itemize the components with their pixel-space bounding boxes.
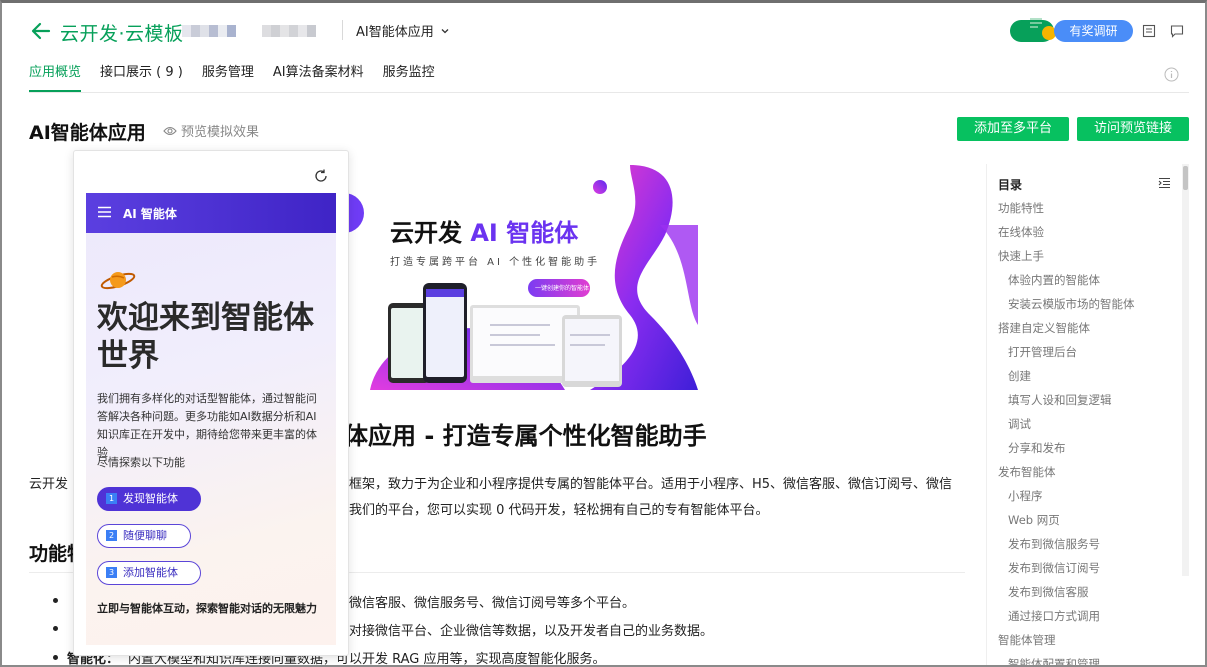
blurred-account-name — [182, 25, 236, 37]
tab-monitoring[interactable]: 服务监控 — [383, 62, 435, 92]
toc-item[interactable]: 小程序 — [1008, 488, 1043, 504]
intro-paragraph-line2: 我们的平台，您可以实现 0 代码开发，轻松拥有自己的专有智能体平台。 — [349, 503, 769, 518]
feature-bullet-1: 微信客服、微信服务号、微信订阅号等多个平台。 — [349, 596, 636, 611]
toc-item[interactable]: 填写人设和回复逻辑 — [1008, 392, 1112, 408]
toc-scrollbar[interactable] — [1182, 164, 1189, 576]
toc-item[interactable]: 创建 — [1008, 368, 1031, 384]
step-badge: 2 — [106, 530, 117, 541]
step-badge: 1 — [106, 493, 117, 504]
tab-divider — [29, 92, 1189, 93]
tab-bar: 应用概览 接口展示 ( 9 ) 服务管理 AI算法备案材料 服务监控 — [29, 62, 435, 92]
app-selector[interactable]: AI智能体应用 — [356, 21, 450, 40]
app-selector-label: AI智能体应用 — [356, 25, 434, 40]
survey-button[interactable]: 有奖调研 — [1054, 20, 1133, 42]
toc-title: 目录 — [998, 178, 1023, 192]
step-badge: 3 — [106, 567, 117, 578]
toc-item[interactable]: 功能特性 — [998, 200, 1044, 216]
list-icon — [1030, 18, 1042, 28]
toc-item[interactable]: 分享和发布 — [1008, 440, 1066, 456]
bullet-dot — [53, 655, 58, 660]
feature-toggle[interactable] — [1010, 18, 1056, 42]
add-platform-button[interactable]: 添加至多平台 — [957, 117, 1069, 141]
toc-item[interactable]: 通过接口方式调用 — [1008, 608, 1100, 624]
toc-item[interactable]: 安装云模版市场的智能体 — [1008, 296, 1135, 312]
tab-overview[interactable]: 应用概览 — [29, 62, 82, 92]
banner-title-prefix: 云开发 — [390, 219, 462, 247]
toc-item[interactable]: 发布到微信订阅号 — [1008, 560, 1100, 576]
eye-icon — [163, 126, 177, 135]
visit-preview-button[interactable]: 访问预览链接 — [1077, 117, 1189, 141]
banner-cta-text: 一键创建你的智能体 — [535, 285, 590, 292]
toc-item[interactable]: 智能体配置和管理 — [1008, 656, 1100, 667]
chevron-down-icon — [441, 28, 449, 33]
hero-banner: 云开发 AI 智能体 打造专属跨平台 AI 个性化智能助手 一键创建你的智能体 — [330, 165, 698, 390]
table-of-contents: 目录 功能特性在线体验快速上手体验内置的智能体安装云模版市场的智能体搭建自定义智… — [986, 164, 1182, 667]
intro-paragraph-start: 云开发 — [29, 477, 69, 492]
casual-chat-label: 随便聊聊 — [123, 529, 167, 542]
explore-label: 尽情探索以下功能 — [97, 456, 185, 469]
toc-item[interactable]: 快速上手 — [998, 248, 1044, 264]
banner-title: 云开发 AI 智能体 — [390, 213, 578, 248]
blurred-env-id — [262, 25, 316, 37]
toc-scrollbar-thumb[interactable] — [1183, 166, 1188, 190]
preview-label: 预览模拟效果 — [181, 125, 260, 140]
header-divider — [342, 20, 343, 40]
preview-simulation-link[interactable]: 预览模拟效果 — [163, 121, 259, 140]
info-icon[interactable] — [1164, 67, 1179, 82]
tab-ai-filing[interactable]: AI算法备案材料 — [273, 62, 364, 92]
page-title: AI智能体应用 — [29, 122, 146, 144]
phone-screen: AI 智能体 欢迎来到智能体世界 我们拥有多样化的对话型智能体，通过智能问答解决… — [86, 193, 336, 645]
welcome-intro: 我们拥有多样化的对话型智能体，通过智能问答解决各种问题。更多功能如AI数据分析和… — [97, 392, 317, 459]
brand-title[interactable]: 云开发·云模板 — [60, 19, 184, 46]
discover-agents-label: 发现智能体 — [123, 492, 178, 505]
tab-api[interactable]: 接口展示 ( 9 ) — [100, 62, 183, 92]
toc-item[interactable]: 发布到微信客服 — [1008, 584, 1089, 600]
tab-service-management[interactable]: 服务管理 — [202, 62, 254, 92]
collapse-toc-icon[interactable] — [1158, 177, 1171, 189]
toc-item[interactable]: 发布到微信服务号 — [1008, 536, 1100, 552]
feature-bullet-2: 对接微信平台、企业微信等数据，以及开发者自己的业务数据。 — [349, 624, 714, 639]
toc-item[interactable]: 搭建自定义智能体 — [998, 320, 1090, 336]
refresh-icon[interactable] — [313, 168, 329, 184]
toc-item[interactable]: 智能体管理 — [998, 632, 1056, 648]
back-arrow-icon[interactable] — [30, 20, 52, 42]
toc-item[interactable]: 在线体验 — [998, 224, 1044, 240]
add-agent-button[interactable]: 3 添加智能体 — [97, 561, 201, 585]
add-agent-label: 添加智能体 — [123, 566, 178, 579]
phone-bar-title: AI 智能体 — [123, 207, 177, 221]
toc-item[interactable]: 打开管理后台 — [1008, 344, 1077, 360]
banner-subtitle: 打造专属跨平台 AI 个性化智能助手 — [390, 257, 601, 268]
hamburger-menu-icon[interactable] — [98, 206, 111, 218]
bullet-dot — [53, 626, 58, 631]
casual-chat-button[interactable]: 2 随便聊聊 — [97, 524, 191, 548]
phone-tagline: 立即与智能体互动，探索智能对话的无限魅力 — [97, 602, 317, 615]
welcome-heading: 欢迎来到智能体世界 — [97, 300, 314, 374]
top-header: 云开发·云模板 AI智能体应用 有奖调研 — [0, 0, 1207, 60]
banner-graphic — [330, 165, 698, 390]
preview-popup: AI 智能体 欢迎来到智能体世界 我们拥有多样化的对话型智能体，通过智能问答解决… — [73, 150, 349, 656]
discover-agents-button[interactable]: 1 发现智能体 — [97, 487, 201, 511]
toc-item[interactable]: Web 网页 — [1008, 512, 1060, 528]
message-icon[interactable] — [1170, 24, 1184, 38]
toc-item[interactable]: 调试 — [1008, 416, 1031, 432]
toc-item[interactable]: 发布智能体 — [998, 464, 1056, 480]
planet-icon — [100, 272, 136, 290]
doc-heading: 体应用 - 打造专属个性化智能助手 — [344, 422, 707, 450]
banner-title-highlight: AI 智能体 — [470, 219, 579, 247]
toc-item[interactable]: 体验内置的智能体 — [1008, 272, 1100, 288]
intro-paragraph-line1: 框架，致力于为企业和小程序提供专属的智能体平台。适用于小程序、H5、微信客服、微… — [349, 477, 953, 492]
document-icon[interactable] — [1142, 24, 1156, 38]
bullet-dot — [53, 598, 58, 603]
phone-nav-bar: AI 智能体 — [86, 193, 336, 233]
